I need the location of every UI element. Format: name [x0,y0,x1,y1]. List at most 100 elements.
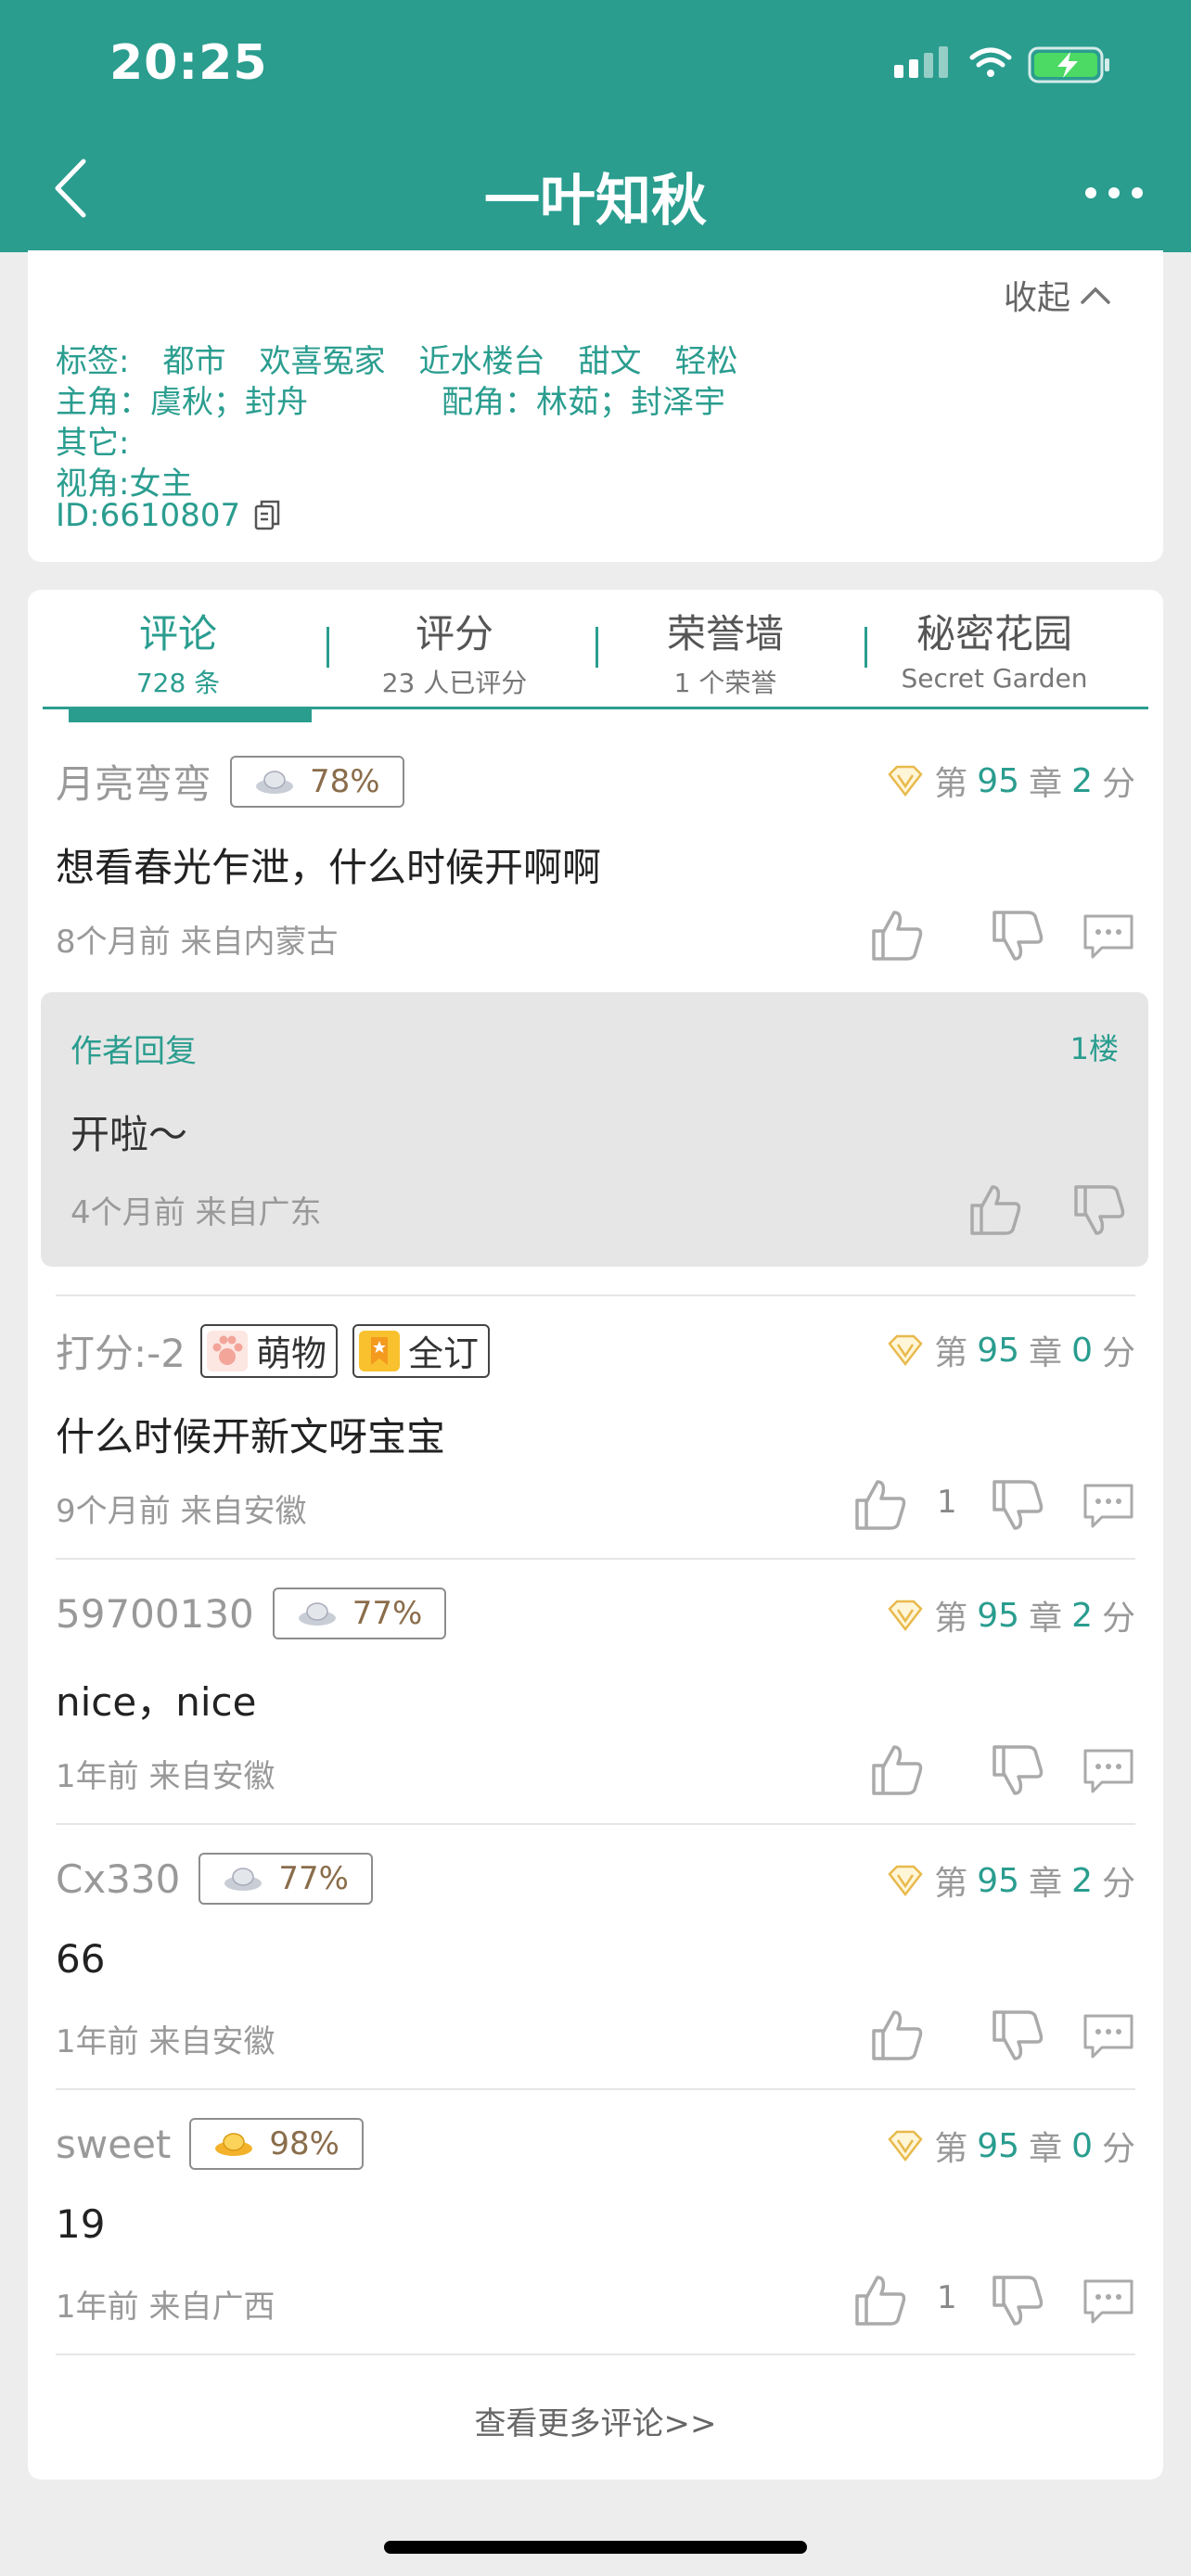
vip-diamond-icon [888,1600,923,1631]
thumbs-down-icon[interactable] [991,2009,1046,2062]
username[interactable]: 打分:-2 [56,1322,186,1379]
score-value: 2 [1071,1596,1093,1635]
chapter-unit: 章 [1029,1865,1063,1903]
thumbs-up-icon[interactable] [853,1478,909,1532]
username[interactable]: 月亮弯弯 [56,753,211,810]
comment-item: 打分:-2 萌物 全订 第 95 章 0 分 什么时候开新文呀宝宝 9个月前 来… [56,1322,1135,1545]
comment-divider [56,2088,1135,2090]
reply-comment-icon[interactable] [1082,912,1135,961]
reply-comment-icon[interactable] [1082,1747,1135,1795]
thumbs-up-icon[interactable] [968,1183,1024,1237]
more-icon[interactable] [1082,176,1146,210]
tab-sub: 23 人已评分 [381,668,528,698]
comment-actions [764,1743,1135,1799]
home-indicator[interactable] [384,2541,807,2554]
tab-sub: 1 个荣誉 [673,668,777,698]
gold-ingot-icon [215,2133,253,2156]
thumbs-up-icon[interactable] [853,2274,909,2327]
reply-floor: 1楼 [1069,1031,1119,1066]
thumbs-up-icon[interactable] [870,2009,926,2062]
comment-meta: 9个月前 来自安徽 [56,1493,307,1530]
comment-divider [56,1294,1135,1296]
comment-actions: 1 [764,1478,1135,1534]
paw-icon [207,1330,249,1371]
thumbs-up-icon[interactable] [870,909,926,963]
silver-ingot-icon [256,770,294,794]
tab-ratings[interactable]: 评分 23 人已评分 [319,603,590,700]
tab-honor-wall[interactable]: 荣誉墙 1 个荣誉 [590,603,861,700]
chapter-info: 第 95 章 2 分 [886,1856,1135,1905]
chapter-prefix: 第 [934,2130,968,2168]
username[interactable]: sweet [56,2122,171,2167]
score-unit: 分 [1101,765,1135,803]
badge-percent: 77% [278,1860,349,1897]
thumbs-down-icon[interactable] [991,1743,1046,1797]
comment-divider [56,2353,1135,2355]
active-tab-indicator [69,707,312,722]
like-count: 1 [937,1484,957,1521]
reply-comment-icon[interactable] [1082,2277,1135,2326]
badge-percent: 78% [310,762,380,800]
tag[interactable]: 近水楼台 [418,343,544,380]
score-unit: 分 [1101,1600,1135,1638]
vip-diamond-icon [888,1334,923,1366]
like-count: 1 [937,2279,957,2316]
chapter-prefix: 第 [934,1334,968,1372]
collapse-button[interactable]: 收起 [1004,271,1111,319]
supporting-line: 配角：林茹；封泽宇 [442,384,725,421]
copy-icon[interactable] [253,499,281,532]
id-line: ID:6610807 [56,497,281,534]
comment-item: 59700130 77% 第 95 章 2 分 nice，nice 1年前 来自… [56,1588,1135,1810]
tab-label: 秘密花园 [916,611,1072,657]
comment-actions [764,909,1135,964]
tab-sub: 728 条 [135,668,221,698]
reply-comment-icon[interactable] [1082,1482,1135,1530]
comment-meta: 1年前 来自安徽 [56,1758,275,1795]
username[interactable]: Cx330 [56,1856,180,1902]
tag[interactable]: 都市 [162,343,225,380]
tag-label: 全订 [408,1333,480,1374]
thumbs-down-icon[interactable] [991,1478,1046,1532]
comment-user: 59700130 77% [56,1588,447,1639]
comments-card: 评论 728 条 评分 23 人已评分 荣誉墙 1 个荣誉 秘密花园 Secre… [28,590,1163,2480]
score-value: 2 [1071,1861,1093,1900]
author-reply-box: 作者回复 1楼 开啦～ 4个月前 来自广东 [41,992,1148,1267]
reply-text: 开啦～ [70,1112,188,1157]
cute-tag: 萌物 [200,1323,339,1378]
tags-label: 标签: [56,343,130,380]
score-unit: 分 [1101,1334,1135,1372]
collapse-label: 收起 [1003,279,1070,317]
chapter-number: 95 [977,1596,1020,1635]
chapter-unit: 章 [1029,765,1063,803]
reply-comment-icon[interactable] [1082,2012,1135,2060]
comment-user: 打分:-2 萌物 全订 [56,1322,491,1379]
silver-ingot-icon [224,1868,263,1891]
tab-secret-garden[interactable]: 秘密花园 Secret Garden [859,603,1130,694]
tab-comments[interactable]: 评论 728 条 [43,603,314,700]
protagonist-line: 主角：虞秋；封舟 [56,384,308,421]
tag[interactable]: 欢喜冤家 [259,343,385,380]
tab-label: 评论 [138,611,217,657]
chevron-up-icon [1081,287,1110,304]
thumbs-down-icon[interactable] [1072,1183,1128,1237]
author-reply-label: 作者回复 [70,1033,197,1070]
score-unit: 分 [1101,1865,1135,1903]
comment-actions [764,2009,1135,2064]
tab-sub: Secret Garden [901,663,1088,694]
comment-text: nice，nice [56,1679,257,1725]
header-bar: 20:25 一叶知秋 [0,0,1191,252]
view-more-comments-link[interactable]: 查看更多评论>> [28,2398,1163,2443]
tab-label: 评分 [415,611,493,657]
username[interactable]: 59700130 [56,1591,254,1637]
cellular-signal-icon [894,46,948,78]
thumbs-up-icon[interactable] [870,1743,926,1797]
full-subscription-tag: 全订 [352,1323,491,1378]
status-time: 20:25 [109,35,268,91]
thumbs-down-icon[interactable] [991,2274,1046,2327]
novel-info-card: 收起 标签: 都市 欢喜冤家 近水楼台 甜文 轻松 主角：虞秋；封舟 配角：林茹；封泽宇 … [28,250,1163,562]
tag[interactable]: 甜文 [578,343,641,380]
silver-ingot-icon [298,1602,336,1626]
battery-icon [1028,46,1109,83]
thumbs-down-icon[interactable] [991,909,1046,963]
tag[interactable]: 轻松 [674,343,737,380]
